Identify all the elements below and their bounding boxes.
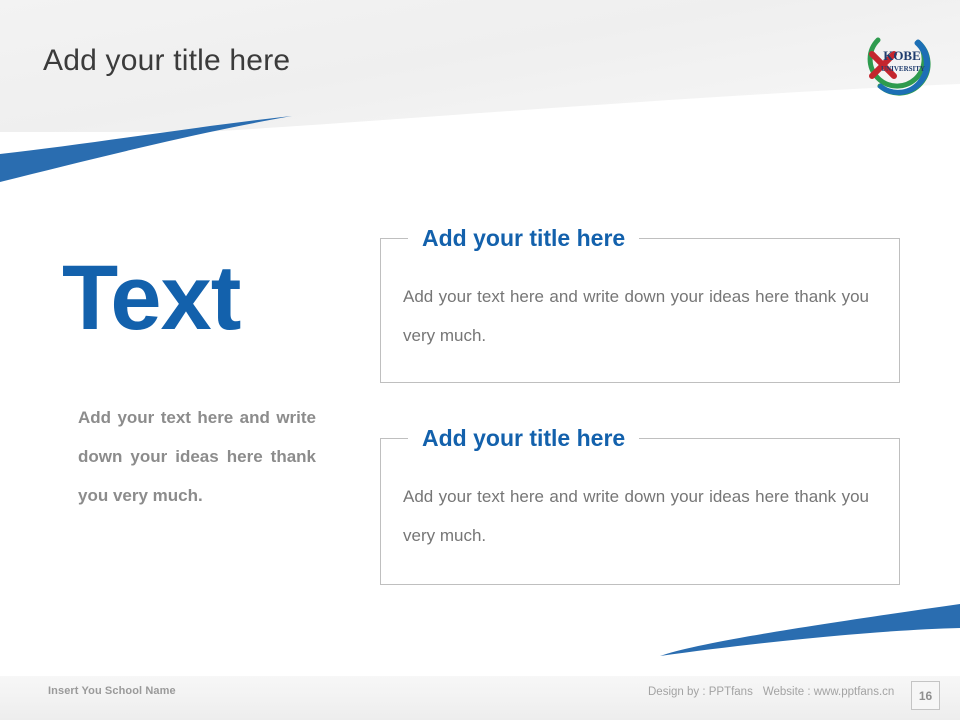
content-box-2-body: Add your text here and write down your i… xyxy=(403,487,869,545)
left-headline: Text xyxy=(62,247,241,349)
footer-design-by: Design by : PPTfans xyxy=(648,686,753,698)
page-title: Add your title here xyxy=(43,44,291,77)
footer-credits: Design by : PPTfans Website : www.pptfans… xyxy=(648,686,894,698)
logo-text-university: UNIVERSITY xyxy=(881,65,925,73)
kobe-university-logo: KOBE UNIVERSITY xyxy=(867,37,931,96)
content-box-2-title: Add your title here xyxy=(408,424,640,452)
slide-canvas: Add your title here KOBE UNIVERSITY Text… xyxy=(0,0,960,720)
page-number: 16 xyxy=(911,681,940,710)
logo-text-kobe: KOBE xyxy=(883,48,921,63)
content-box-1-body: Add your text here and write down your i… xyxy=(403,287,869,345)
content-box-1-title: Add your title here xyxy=(408,224,640,252)
footer-background xyxy=(0,676,960,720)
left-body-text: Add your text here and write down your i… xyxy=(78,408,316,505)
footer-website: Website : www.pptfans.cn xyxy=(762,686,895,698)
footer-school-name: Insert You School Name xyxy=(48,685,176,697)
